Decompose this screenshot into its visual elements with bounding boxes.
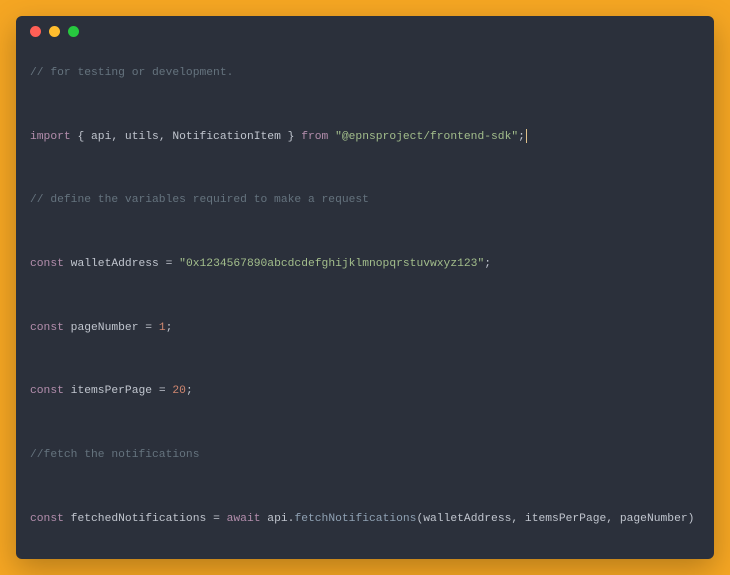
var-pageNumber: pageNumber: [64, 322, 145, 334]
window-titlebar: [16, 16, 714, 41]
import-names: { api, utils, NotificationItem }: [71, 131, 302, 143]
editor-window: // for testing or development. import { …: [16, 16, 714, 559]
page-value: 1: [159, 322, 166, 334]
var-itemsPerPage: itemsPerPage: [64, 385, 159, 397]
text-cursor: [526, 129, 527, 143]
var-walletAddress: walletAddress: [64, 258, 166, 270]
wallet-value: "0x1234567890abcdcdefghijklmnopqrstuvwxy…: [179, 258, 484, 270]
comment: //fetch the notifications: [30, 449, 199, 461]
from-keyword: from: [301, 131, 328, 143]
fn-fetchNotifications: fetchNotifications: [294, 513, 416, 525]
import-package: "@epnsproject/frontend-sdk": [335, 131, 518, 143]
var-fetchedNotifications: fetchedNotifications: [64, 513, 213, 525]
comment: // for testing or development.: [30, 67, 233, 79]
maximize-icon[interactable]: [68, 26, 79, 37]
comment: // define the variables required to make…: [30, 194, 369, 206]
import-keyword: import: [30, 131, 71, 143]
code-editor[interactable]: // for testing or development. import { …: [16, 41, 714, 559]
minimize-icon[interactable]: [49, 26, 60, 37]
close-icon[interactable]: [30, 26, 41, 37]
items-value: 20: [172, 385, 186, 397]
